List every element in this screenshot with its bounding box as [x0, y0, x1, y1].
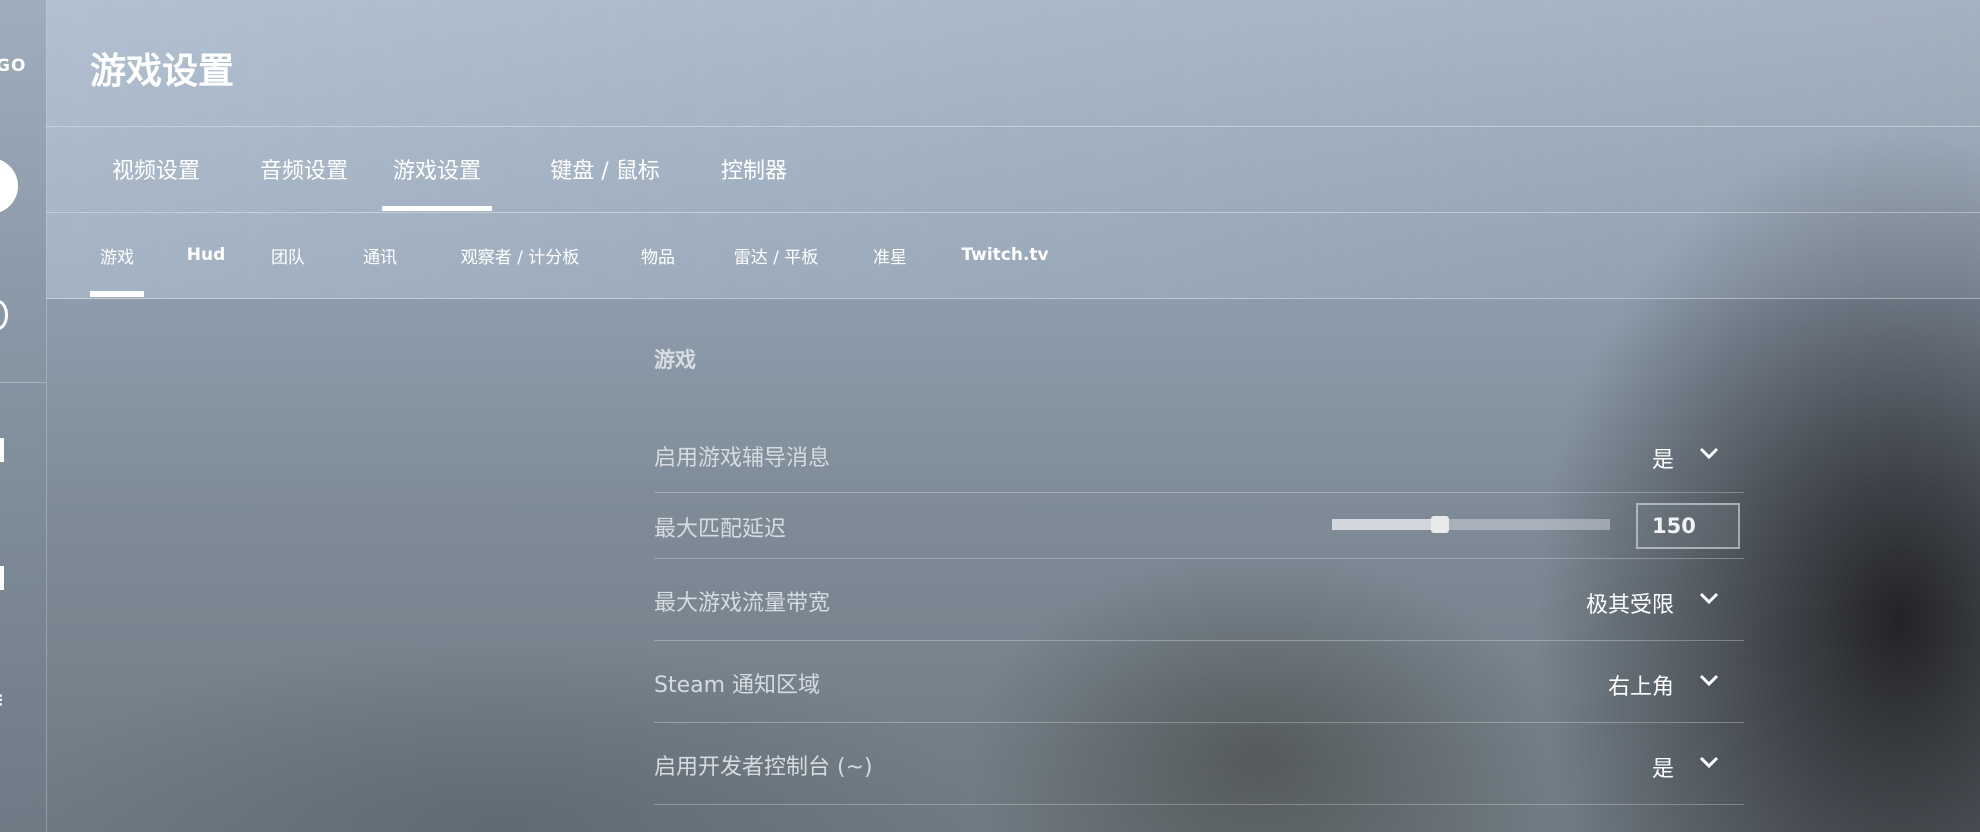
- slider-thumb[interactable]: [1431, 516, 1450, 533]
- setting-row-max-ping: 最大匹配延迟 150: [654, 493, 1744, 559]
- section-title: 游戏: [654, 348, 696, 372]
- subtab-comms[interactable]: 通讯: [360, 213, 400, 297]
- subtab-team[interactable]: 团队: [268, 213, 308, 297]
- setting-label: Steam 通知区域: [654, 673, 821, 698]
- subtab-game[interactable]: 游戏: [90, 213, 144, 297]
- subtab-radar-tablet[interactable]: 雷达 / 平板: [726, 213, 826, 297]
- tab-controller[interactable]: 控制器: [708, 127, 800, 211]
- tab-game[interactable]: 游戏设置: [382, 127, 492, 211]
- page-title: 游戏设置: [90, 51, 235, 92]
- chevron-down-icon[interactable]: [1698, 446, 1720, 460]
- setting-dropdown-value[interactable]: 是: [1652, 442, 1674, 474]
- subtab-hud[interactable]: Hud: [186, 213, 226, 297]
- setting-row-max-bandwidth[interactable]: 最大游戏流量带宽 极其受限: [654, 559, 1744, 641]
- chevron-down-icon[interactable]: [1698, 673, 1720, 687]
- chevron-down-icon[interactable]: [1698, 591, 1720, 605]
- stats-icon[interactable]: ⁝: [0, 690, 4, 711]
- subtab-twitch[interactable]: Twitch.tv: [961, 213, 1048, 297]
- setting-dropdown-value[interactable]: 是: [1652, 751, 1674, 783]
- sub-tabs: 游戏 Hud 团队 通讯 观察者 / 计分板 物品 雷达 / 平板 准星 Twi…: [46, 213, 1980, 297]
- subtab-crosshair[interactable]: 准星: [870, 213, 910, 297]
- csgo-logo[interactable]: GO: [0, 56, 26, 76]
- avatar[interactable]: [0, 158, 18, 214]
- main-tabs: 视频设置 音频设置 游戏设置 键盘 / 鼠标 控制器: [46, 127, 1980, 211]
- tab-keyboard-mouse[interactable]: 键盘 / 鼠标: [530, 127, 680, 211]
- power-icon[interactable]: [0, 300, 8, 330]
- max-ping-input[interactable]: 150: [1636, 503, 1740, 549]
- left-rail: GO ⁝: [0, 0, 47, 832]
- setting-label: 启用开发者控制台 (~): [654, 755, 873, 780]
- slider-fill: [1332, 519, 1441, 530]
- inventory-icon[interactable]: [0, 438, 4, 462]
- tab-audio[interactable]: 音频设置: [248, 127, 360, 211]
- watch-icon[interactable]: [0, 566, 4, 590]
- setting-label: 最大匹配延迟: [654, 517, 787, 542]
- subtab-items[interactable]: 物品: [638, 213, 678, 297]
- setting-row-steam-notify[interactable]: Steam 通知区域 右上角: [654, 641, 1744, 723]
- rail-divider: [0, 382, 46, 383]
- setting-row-dev-console[interactable]: 启用开发者控制台 (~) 是: [654, 723, 1744, 805]
- setting-dropdown-value[interactable]: 右上角: [1608, 669, 1674, 701]
- setting-label: 启用游戏辅导消息: [654, 446, 831, 471]
- max-ping-slider[interactable]: [1332, 516, 1610, 533]
- tab-video[interactable]: 视频设置: [100, 127, 212, 211]
- chevron-down-icon[interactable]: [1698, 755, 1720, 769]
- subtab-spectator-scoreboard[interactable]: 观察者 / 计分板: [452, 213, 588, 297]
- setting-label: 最大游戏流量带宽: [654, 591, 831, 616]
- setting-row-game-instructor[interactable]: 启用游戏辅导消息 是: [654, 424, 1744, 493]
- setting-dropdown-value[interactable]: 极其受限: [1586, 587, 1674, 619]
